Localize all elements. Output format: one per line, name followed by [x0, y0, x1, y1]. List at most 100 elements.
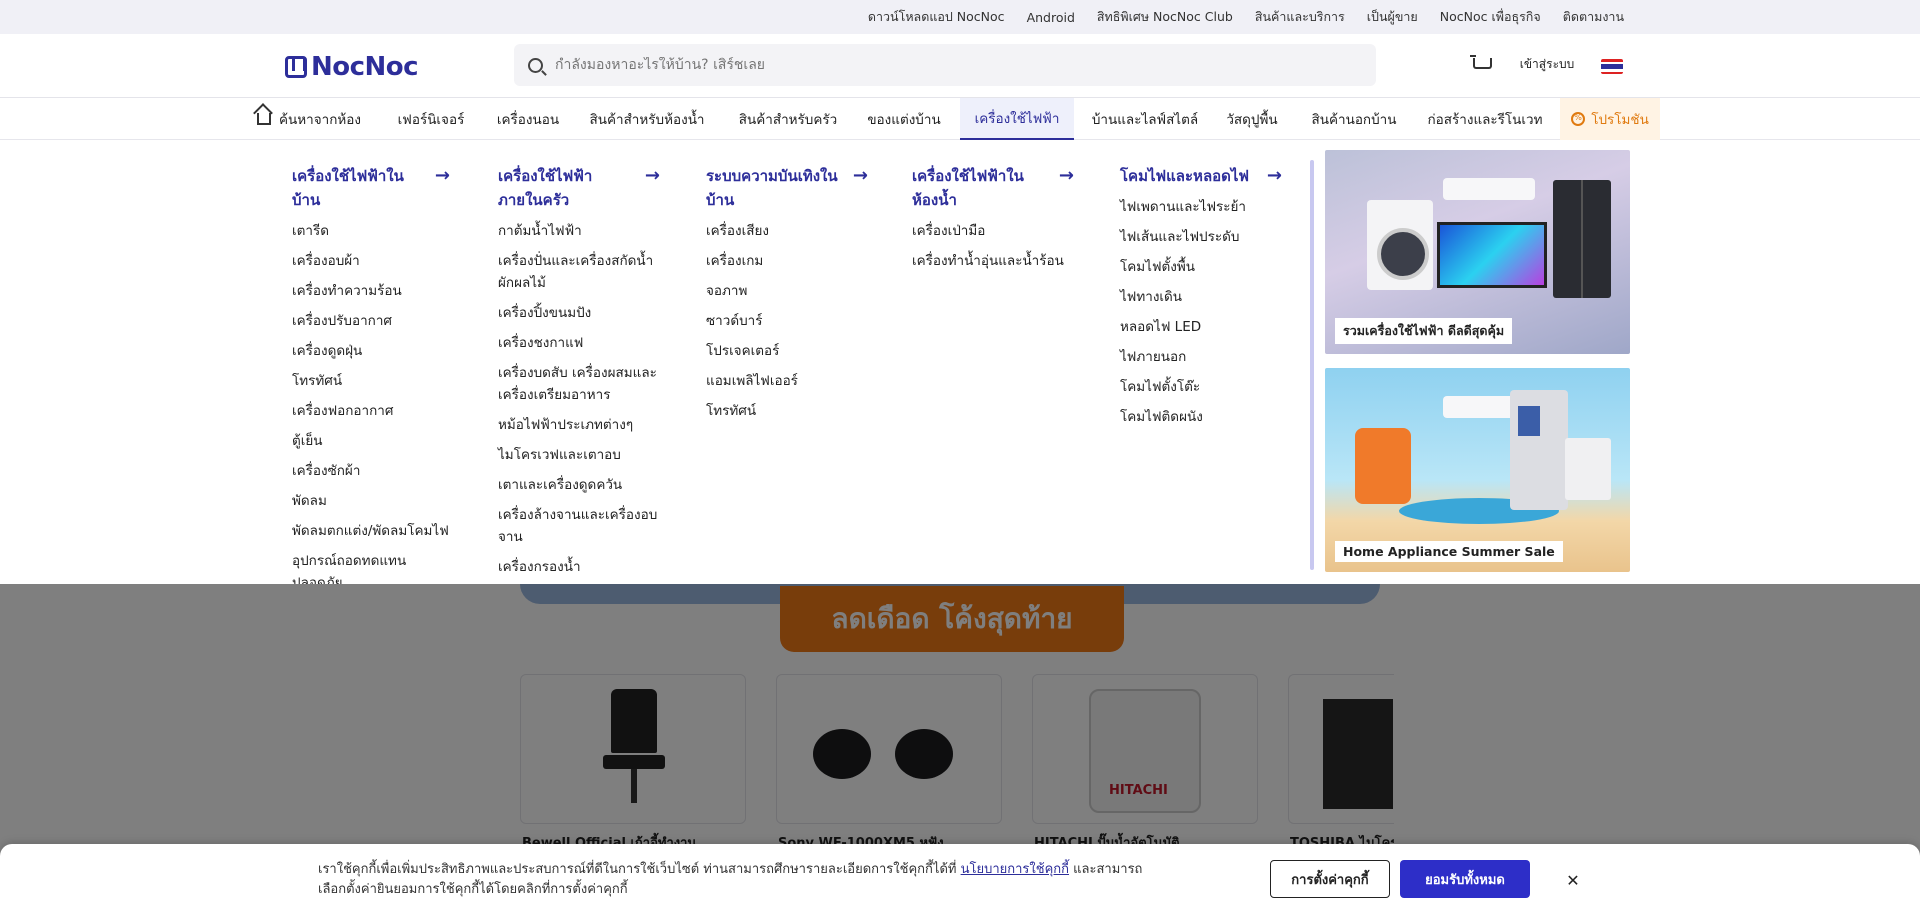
menu-link[interactable]: ไฟเส้นและไฟประดับ [1104, 222, 1298, 252]
search-input[interactable] [555, 57, 1335, 73]
thai-flag-icon[interactable] [1601, 59, 1623, 74]
home-icon [256, 113, 271, 125]
menu-column-home-entertainment: ระบบความบันเทิงในบ้าน → เครื่องเสียง เคร… [690, 160, 884, 426]
washing-machine-image [1565, 438, 1611, 500]
menu-link[interactable]: เตารีด [276, 216, 466, 246]
mega-menu: เครื่องใช้ไฟฟ้าในบ้าน → เตารีด เครื่องอบ… [0, 140, 1920, 591]
column-title-link[interactable]: ระบบความบันเทิงในบ้าน → [690, 160, 884, 216]
nav-item-furniture[interactable]: เฟอร์นิเจอร์ [380, 98, 482, 140]
menu-link[interactable]: เครื่องเป่ามือ [896, 216, 1090, 246]
menu-link[interactable]: เครื่องชงกาแฟ [482, 328, 676, 358]
download-app-link[interactable]: ดาวน์โหลดแอป NocNoc [868, 7, 1005, 27]
menu-link[interactable]: เครื่องบดสับ เครื่องผสมและเครื่องเตรียมอ… [482, 358, 676, 410]
android-link[interactable]: Android [1027, 10, 1075, 25]
menu-link[interactable]: เครื่องซักผ้า [276, 456, 466, 486]
column-title-link[interactable]: เครื่องใช้ไฟฟ้าในห้องน้ำ → [896, 160, 1090, 216]
menu-link[interactable]: โคมไฟตั้งพื้น [1104, 252, 1298, 282]
nav-item-electronics[interactable]: เครื่องใช้ไฟฟ้า [960, 98, 1074, 140]
cookie-policy-link[interactable]: นโยบายการใช้คุกกี้ [961, 862, 1069, 877]
nav-item-bedding[interactable]: เครื่องนอน [486, 98, 570, 140]
menu-link[interactable]: ไฟภายนอก [1104, 342, 1298, 372]
promo-banner-summer-sale[interactable]: Home Appliance Summer Sale [1325, 368, 1630, 572]
menu-column-lighting: โคมไฟและหลอดไฟ → ไฟเพดานและไฟระย้า ไฟเส้… [1104, 160, 1298, 432]
menu-link[interactable]: โคมไฟติดผนัง [1104, 402, 1298, 432]
menu-link[interactable]: แอมเพลิไฟเออร์ [690, 366, 884, 396]
menu-link[interactable]: เครื่องปิ้งขนมปัง [482, 298, 676, 328]
menu-link[interactable]: ซาวด์บาร์ [690, 306, 884, 336]
menu-link[interactable]: ไฟเพดานและไฟระย้า [1104, 192, 1298, 222]
menu-link[interactable]: ไฟทางเดิน [1104, 282, 1298, 312]
column-title-link[interactable]: โคมไฟและหลอดไฟ → [1104, 160, 1298, 192]
top-utility-bar: ดาวน์โหลดแอป NocNoc Android สิทธิพิเศษ N… [0, 0, 1920, 34]
nav-item-kitchen[interactable]: สินค้าสำหรับครัว [724, 98, 852, 140]
menu-link[interactable]: เครื่องอบผ้า [276, 246, 466, 276]
menu-link[interactable]: พัดลม [276, 486, 466, 516]
arrow-right-icon: → [1266, 165, 1282, 186]
nav-label: โปรโมชัน [1591, 112, 1649, 128]
menu-scrollbar[interactable] [1310, 160, 1314, 570]
menu-link[interactable]: เครื่องปั่นและเครื่องสกัดน้ำผักผลไม้ [482, 246, 676, 298]
menu-column-bathroom-appliances: เครื่องใช้ไฟฟ้าในห้องน้ำ → เครื่องเป่ามื… [896, 160, 1090, 276]
nav-item-promotion[interactable]: โปรโมชัน [1560, 98, 1660, 140]
cookie-message: เราใช้คุกกี้เพื่อเพิ่มประสิทธิภาพและประส… [318, 862, 1143, 897]
banner-label[interactable]: รวมเครื่องใช้ไฟฟ้า ดีลดีสุดคุ้ม [1335, 318, 1513, 344]
menu-link[interactable]: พัดลมตกแต่ง/พัดลมโคมไฟ [276, 516, 466, 546]
category-nav: ค้นหาจากห้อง เฟอร์นิเจอร์ เครื่องนอน สิน… [0, 98, 1920, 140]
nav-item-construction[interactable]: ก่อสร้างและรีโนเวท [1414, 98, 1556, 140]
menu-link[interactable]: โทรทัศน์ [276, 366, 466, 396]
refrigerator-image [1553, 180, 1611, 298]
search-bar[interactable] [514, 44, 1376, 86]
logo-text: NocNoc [311, 52, 419, 82]
nav-item-flooring[interactable]: วัสดุปูพื้น [1212, 98, 1292, 140]
become-seller-link[interactable]: เป็นผู้ขาย [1367, 7, 1418, 27]
banner-label[interactable]: Home Appliance Summer Sale [1335, 541, 1563, 562]
promotion-icon [1571, 112, 1586, 126]
arrow-right-icon: → [434, 165, 450, 186]
nocnoc-logo[interactable]: NocNoc [285, 52, 419, 82]
track-order-link[interactable]: ติดตามงาน [1563, 7, 1624, 27]
television-image [1437, 222, 1547, 288]
menu-link[interactable]: เครื่องกรองน้ำ [482, 552, 676, 582]
nav-item-shop-by-room[interactable]: ค้นหาจากห้อง [242, 98, 376, 140]
menu-link[interactable]: กาต้มน้ำไฟฟ้า [482, 216, 676, 246]
nocnoc-club-link[interactable]: สิทธิพิเศษ NocNoc Club [1097, 7, 1233, 27]
refrigerator-image [1510, 390, 1568, 510]
cart-icon[interactable] [1470, 54, 1492, 74]
arrow-right-icon: → [1058, 165, 1074, 186]
accept-all-button[interactable]: ยอมรับทั้งหมด [1400, 860, 1530, 898]
search-icon[interactable] [528, 57, 543, 73]
menu-link[interactable]: เครื่องทำน้ำอุ่นและน้ำร้อน [896, 246, 1090, 276]
menu-link[interactable]: เครื่องฟอกอากาศ [276, 396, 466, 426]
nav-item-bathroom[interactable]: สินค้าสำหรับห้องน้ำ [576, 98, 718, 140]
menu-link[interactable]: ตู้เย็น [276, 426, 466, 456]
products-services-link[interactable]: สินค้าและบริการ [1255, 7, 1345, 27]
close-icon[interactable]: ✕ [1558, 866, 1588, 894]
menu-link[interactable]: จอภาพ [690, 276, 884, 306]
menu-link[interactable]: เครื่องปรับอากาศ [276, 306, 466, 336]
column-title-link[interactable]: เครื่องใช้ไฟฟ้าในบ้าน → [276, 160, 466, 216]
arrow-right-icon: → [644, 165, 660, 186]
menu-link[interactable]: โคมไฟตั้งโต๊ะ [1104, 372, 1298, 402]
menu-column-kitchen-appliances: เครื่องใช้ไฟฟ้าภายในครัว → กาต้มน้ำไฟฟ้า… [482, 160, 676, 582]
menu-link[interactable]: โทรทัศน์ [690, 396, 884, 426]
menu-link[interactable]: หลอดไฟ LED [1104, 312, 1298, 342]
cookie-settings-button[interactable]: การตั้งค่าคุกกี้ [1270, 860, 1390, 898]
column-title-link[interactable]: เครื่องใช้ไฟฟ้าภายในครัว → [482, 160, 676, 216]
menu-link[interactable]: โปรเจคเตอร์ [690, 336, 884, 366]
menu-link[interactable]: หม้อไฟฟ้าประเภทต่างๆ [482, 410, 676, 440]
nav-item-home-lifestyle[interactable]: บ้านและไลฟ์สไตล์ [1084, 98, 1206, 140]
login-button[interactable]: เข้าสู่ระบบ [1508, 48, 1586, 80]
air-conditioner-image [1443, 178, 1535, 200]
menu-link[interactable]: เครื่องทำความร้อน [276, 276, 466, 306]
menu-link[interactable]: เตาและเครื่องดูดควัน [482, 470, 676, 500]
menu-link[interactable]: เครื่องเกม [690, 246, 884, 276]
promo-banner-appliance-deals[interactable]: รวมเครื่องใช้ไฟฟ้า ดีลดีสุดคุ้ม [1325, 150, 1630, 354]
menu-link[interactable]: เครื่องดูดฝุ่น [276, 336, 466, 366]
menu-link[interactable]: เครื่องเสียง [690, 216, 884, 246]
washing-machine-image [1367, 200, 1433, 290]
menu-link[interactable]: ไมโครเวฟและเตาอบ [482, 440, 676, 470]
nav-item-home-decor[interactable]: ของแต่งบ้าน [858, 98, 950, 140]
menu-link[interactable]: เครื่องล้างจานและเครื่องอบจาน [482, 500, 676, 552]
nav-item-outdoor[interactable]: สินค้านอกบ้าน [1300, 98, 1408, 140]
nocnoc-business-link[interactable]: NocNoc เพื่อธุรกิจ [1440, 7, 1541, 27]
